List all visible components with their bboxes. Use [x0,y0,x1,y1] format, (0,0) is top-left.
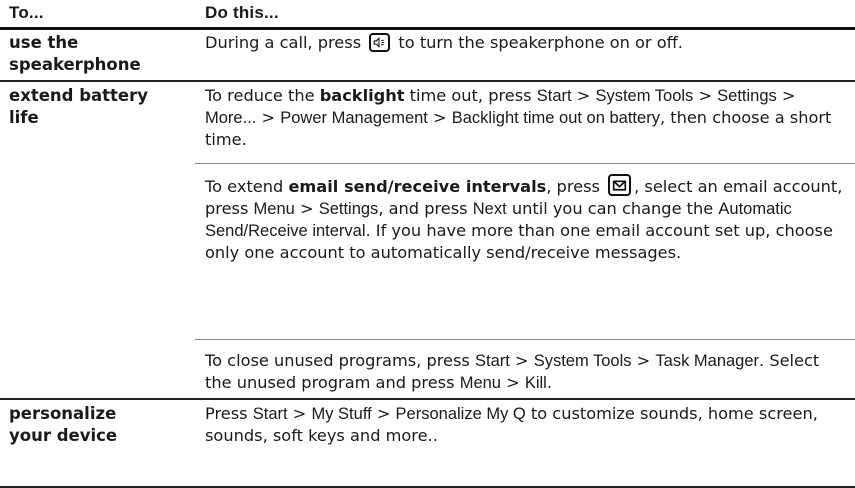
text-run: , press [546,177,606,196]
todo-cell-speakerphone: use the speakerphone [9,32,141,76]
ui-keyword: Personalize My Q [395,405,526,423]
ui-keyword: Backlight time out on battery [451,109,660,127]
todo-cell-personalize: personalize your device [9,403,117,447]
ui-keyword: Start [536,87,572,105]
emphasis-text: email send/receive intervals [288,177,547,196]
paragraph-divider [195,163,855,164]
emphasis-text: backlight [319,86,405,105]
ui-keyword: Power Management [280,109,428,127]
text-run: , and press [378,199,473,218]
todo-line: extend battery [9,86,149,105]
text-run: > [631,351,656,370]
text-run: until you can change the [506,199,719,218]
todo-line: life [9,108,39,127]
instruction-paragraph: To close unused programs, press Start > … [205,350,845,394]
ui-keyword: Menu [459,374,501,392]
text-run: To close unused programs, press [205,351,475,370]
text-run: To reduce the [205,86,320,105]
todo-line: use the [9,33,79,52]
instruction-paragraph: To extend email send/receive intervals, … [205,174,845,264]
ui-keyword: Task Manager [655,352,760,370]
todo-line: speakerphone [9,55,141,74]
text-run: > [509,351,534,370]
ui-keyword: Menu [253,200,295,218]
speakerphone-key-icon [369,33,391,52]
row-divider [0,80,855,82]
text-run: To extend [205,177,289,196]
ui-keyword: System Tools [595,87,694,105]
row-divider [0,398,855,400]
table-header: To... Do this... [0,0,855,28]
ui-keyword: More... [205,109,257,127]
header-do-this: Do this... [205,3,279,22]
text-run: > [256,108,281,127]
instruction-paragraph: During a call, press to turn the speaker… [205,32,845,54]
dothis-cell: To reduce the backlight time out, press … [205,85,845,151]
paragraph-divider [195,339,855,340]
row-divider [0,486,855,488]
ui-keyword: Next [472,200,507,218]
ui-keyword: Start [474,352,510,370]
ui-keyword: Settings [717,87,777,105]
todo-line: your device [9,426,118,445]
header-rule [0,27,855,30]
text-run: time out, press [404,86,537,105]
todo-line: personalize [9,404,117,423]
dothis-cell: To close unused programs, press Start > … [205,350,845,394]
text-run: During a call, press [205,33,367,52]
text-run: > [693,86,718,105]
todo-cell-battery: extend battery life [9,85,148,129]
dothis-cell: To extend email send/receive intervals, … [205,174,845,264]
text-run: to turn the speakerphone on or off. [393,33,683,52]
ui-keyword: Kill [524,374,547,392]
ui-keyword: Settings [318,200,379,218]
ui-keyword: System Tools [533,352,632,370]
text-run: > [287,404,312,423]
text-run: > [571,86,596,105]
dothis-cell: During a call, press to turn the speaker… [205,32,845,54]
text-run: > [776,86,796,105]
messaging-key-icon [608,174,632,196]
text-run: > [500,373,525,392]
instruction-paragraph: Press Start > My Stuff > Personalize My … [205,403,845,447]
text-run: Press [205,404,253,423]
ui-keyword: Start [252,405,288,423]
text-run: > [427,108,452,127]
text-run: . [546,373,553,392]
dothis-cell: Press Start > My Stuff > Personalize My … [205,403,845,447]
text-run: > [294,199,319,218]
instruction-paragraph: To reduce the backlight time out, press … [205,85,845,151]
text-run: > [371,404,396,423]
header-to: To... [9,3,44,22]
ui-keyword: My Stuff [311,405,372,423]
